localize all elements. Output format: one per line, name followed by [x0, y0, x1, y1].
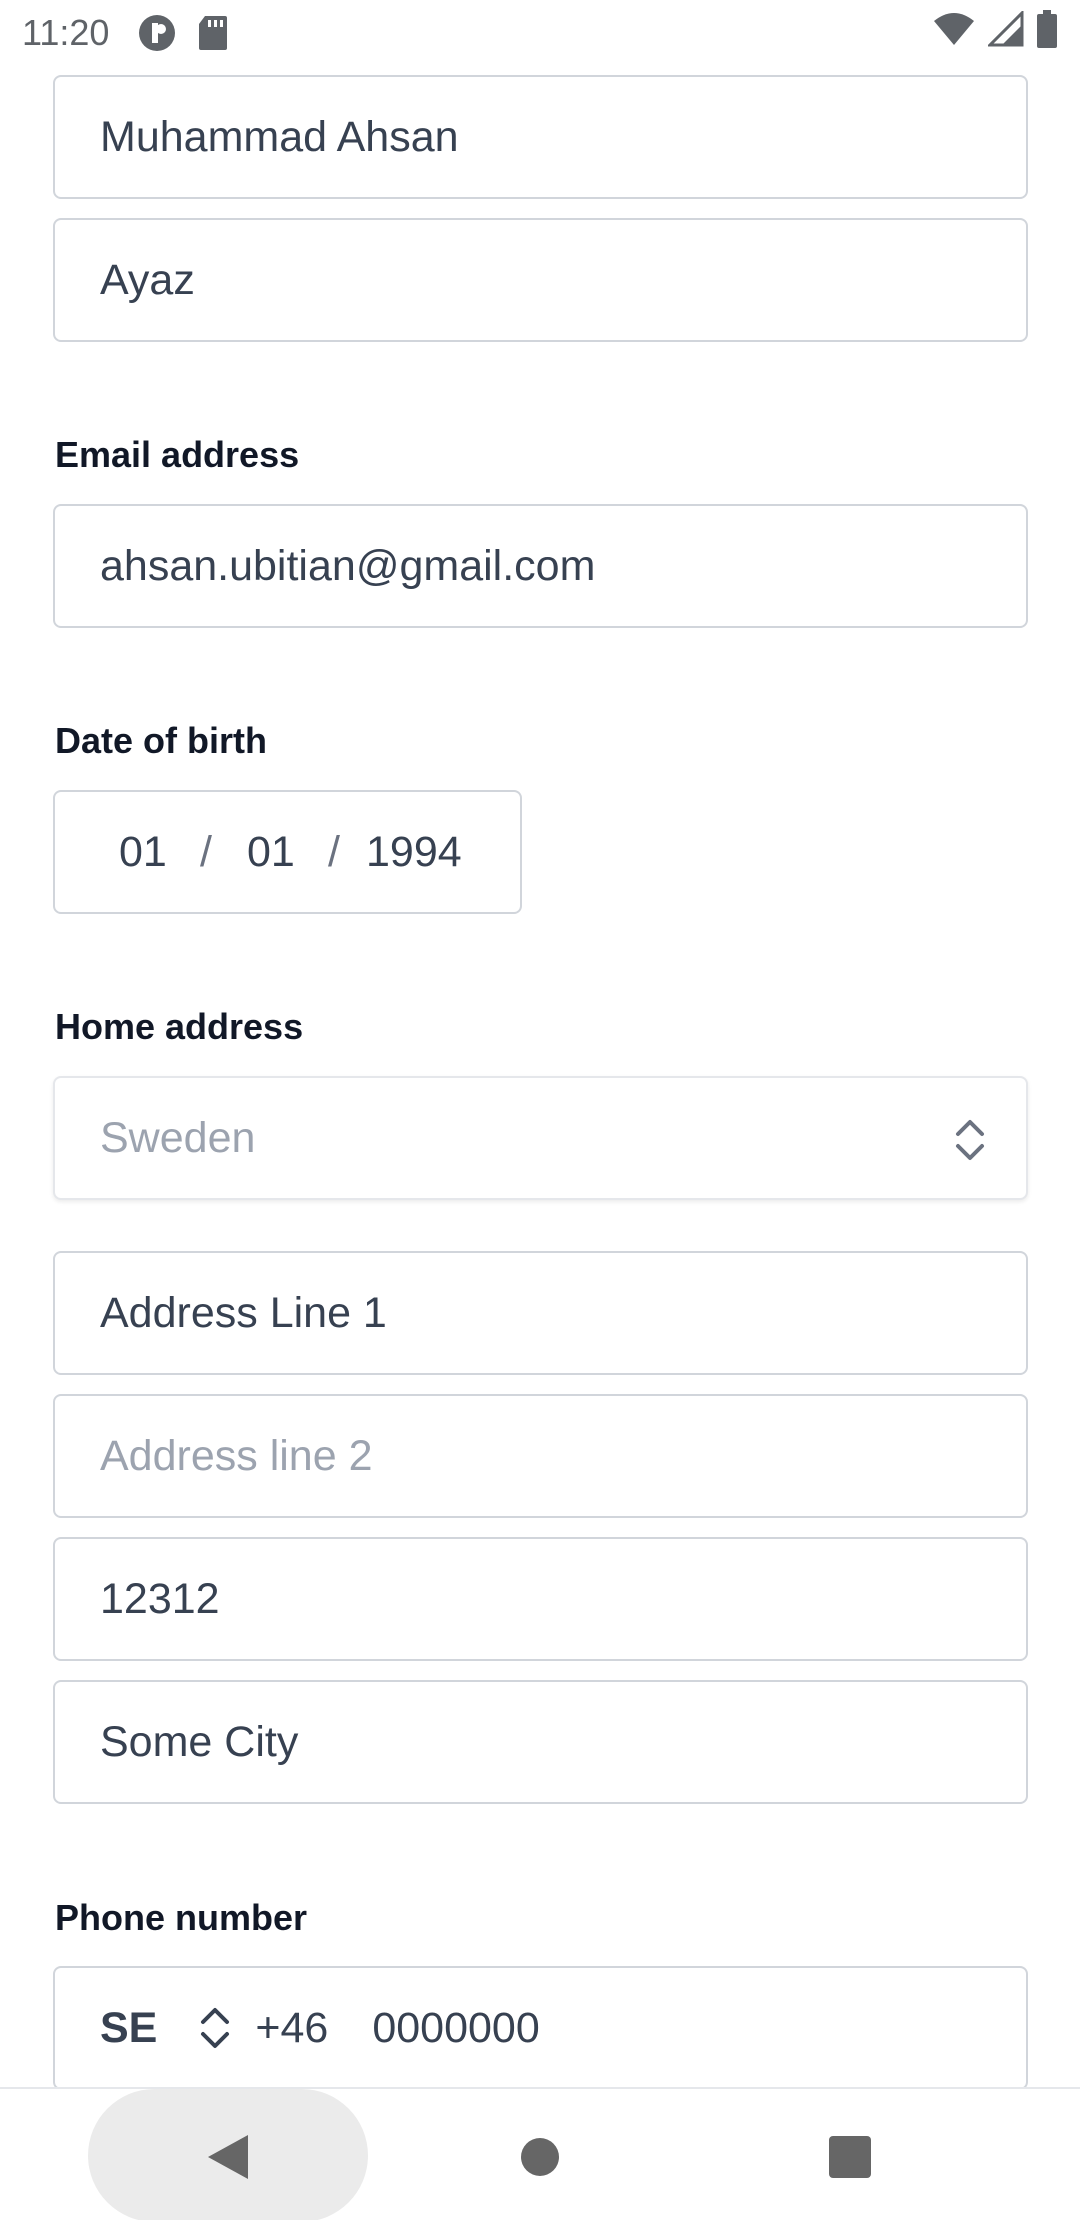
postal-code-field[interactable]: 12312 [53, 1537, 1028, 1661]
phone-country-code[interactable]: SE [100, 2004, 157, 2053]
address-line-1-field[interactable]: Address Line 1 [53, 1251, 1028, 1375]
dob-day[interactable]: 01 [119, 828, 167, 877]
wifi-icon [932, 11, 976, 56]
battery-icon [1036, 9, 1058, 57]
last-name-value: Ayaz [100, 255, 195, 304]
email-label: Email address [55, 434, 300, 475]
first-name-value: Muhammad Ahsan [100, 112, 459, 161]
sd-card-icon [197, 14, 229, 52]
app-notification-icon [137, 13, 177, 53]
phone-label: Phone number [55, 1897, 308, 1938]
dob-label: Date of birth [55, 720, 267, 761]
country-select-value: Sweden [100, 1113, 256, 1162]
dob-year[interactable]: 1994 [366, 828, 462, 877]
dob-separator: / [200, 827, 212, 876]
email-field[interactable]: ahsan.ubitian@gmail.com [53, 504, 1028, 628]
address-line-2-field[interactable]: Address line 2 [53, 1394, 1028, 1518]
back-triangle-icon [208, 2135, 248, 2179]
dob-separator: / [328, 827, 340, 876]
home-button[interactable] [516, 2133, 564, 2181]
system-navigation-bar [0, 2087, 1080, 2220]
first-name-field[interactable]: Muhammad Ahsan [53, 75, 1028, 199]
recents-button[interactable] [826, 2133, 874, 2181]
status-bar: 11:20 [0, 0, 1080, 66]
phone-field[interactable]: SE +46 0000000 [53, 1966, 1028, 2090]
email-value: ahsan.ubitian@gmail.com [100, 541, 596, 590]
cell-signal-icon [986, 8, 1024, 56]
status-time: 11:20 [22, 12, 110, 53]
screen: 11:20 Muhammad Ahsan Ayaz Email address … [0, 0, 1080, 2220]
address-line-1-value: Address Line 1 [100, 1288, 387, 1337]
address-line-2-placeholder: Address line 2 [100, 1431, 373, 1480]
country-select[interactable]: Sweden [53, 1076, 1028, 1200]
date-of-birth-field: 01 / 01 / 1994 [53, 790, 522, 914]
dob-month[interactable]: 01 [247, 828, 295, 877]
recents-square-icon [829, 2136, 871, 2178]
last-name-field[interactable]: Ayaz [53, 218, 1028, 342]
city-field[interactable]: Some City [53, 1680, 1028, 1804]
city-value: Some City [100, 1717, 299, 1766]
home-address-label: Home address [55, 1006, 304, 1047]
back-button[interactable] [200, 2129, 256, 2185]
home-circle-icon [521, 2138, 559, 2176]
chevron-up-down-icon[interactable] [195, 2002, 235, 2054]
phone-number-value[interactable]: 0000000 [372, 2004, 539, 2053]
phone-dial-code: +46 [255, 2003, 329, 2052]
postal-code-value: 12312 [100, 1574, 220, 1623]
chevron-up-down-icon [950, 1114, 990, 1177]
